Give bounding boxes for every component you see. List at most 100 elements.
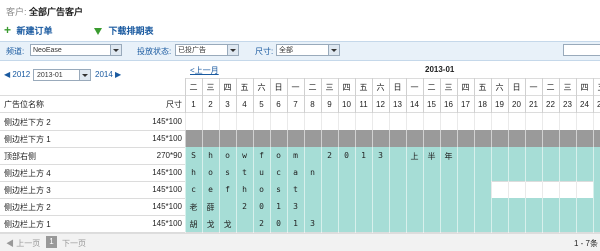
grid-line (508, 113, 509, 233)
search-input[interactable] (563, 44, 600, 56)
booking-char: 3 (293, 202, 298, 211)
prev-year-label: 2012 (12, 70, 31, 79)
booking-char: c (191, 185, 196, 194)
day-cell: 12 (376, 100, 385, 109)
download-label: 下载排期表 (108, 26, 154, 36)
grid-line (304, 113, 305, 233)
booking-char: m (293, 151, 298, 160)
booking-char: 3 (378, 151, 383, 160)
prev-month-link[interactable]: <上一月 (190, 65, 219, 76)
row-size: 145*100 (152, 168, 182, 177)
booking-char: t (293, 185, 298, 194)
channel-select[interactable]: NeoEase (30, 44, 122, 56)
new-order-button[interactable]: + 新建订单 (4, 24, 53, 37)
row-size: 145*100 (152, 219, 182, 228)
booking-char: w (242, 151, 247, 160)
booking-char: s (225, 168, 230, 177)
next-year-link[interactable]: 2014 ▶ (95, 70, 121, 79)
day-cell: 16 (444, 100, 453, 109)
grid-line (389, 113, 390, 233)
weekday-cell: 一 (529, 83, 538, 92)
weekday-cell: 五 (359, 83, 368, 92)
day-cell: 17 (461, 100, 470, 109)
booking-char: e (208, 185, 213, 194)
size-value: 全部 (279, 47, 293, 54)
download-icon (94, 28, 102, 35)
prev-year-link[interactable]: ◀ 2012 (4, 70, 30, 79)
channel-value: NeoEase (33, 47, 62, 54)
client-name[interactable]: 全部广告客户 (29, 7, 83, 17)
weekday-cell: 日 (393, 83, 402, 92)
weekday-cell: 五 (240, 83, 249, 92)
weekday-cell: 三 (325, 83, 334, 92)
download-schedule-button[interactable]: 下载排期表 (94, 24, 154, 37)
day-cell: 10 (342, 100, 351, 109)
grid-line (219, 113, 220, 233)
booking-band[interactable] (185, 215, 600, 232)
grid-line (559, 113, 560, 233)
grid-line (525, 113, 526, 233)
weekday-cell: 四 (580, 83, 589, 92)
booking-char: 2 (327, 151, 332, 160)
booking-char: o (225, 151, 230, 160)
grid-line (321, 113, 322, 233)
row-size: 145*100 (152, 117, 182, 126)
weekday-cell: 三 (563, 83, 572, 92)
booking-char: 年 (444, 152, 453, 161)
chevron-down-icon (79, 70, 90, 80)
grid-line (185, 113, 186, 233)
row-name[interactable]: 侧边栏下方 2 (4, 117, 51, 128)
booking-char: 2 (259, 219, 264, 228)
current-month: 2013-01 (425, 65, 455, 74)
weekday-cell: 二 (308, 83, 317, 92)
booking-char: h (191, 168, 196, 177)
divider (0, 112, 600, 113)
filter-bar: 频道: NeoEase 投放状态: 已投广告 尺寸: 全部 (0, 41, 600, 61)
booking-char: s (276, 185, 281, 194)
row-name[interactable]: 顶部右侧 (4, 151, 36, 162)
month-select[interactable]: 2013-01 (33, 69, 91, 81)
new-order-label: 新建订单 (16, 26, 53, 36)
booking-band[interactable] (185, 130, 600, 147)
month-select-value: 2013-01 (37, 72, 63, 79)
row-name[interactable]: 侧边栏上方 2 (4, 202, 51, 213)
booking-char: a (293, 168, 298, 177)
weekday-cell: 四 (223, 83, 232, 92)
weekday-cell: 二 (546, 83, 555, 92)
row-name[interactable]: 侧边栏上方 1 (4, 219, 51, 230)
row-size: 270*90 (156, 151, 182, 160)
size-label: 尺寸: (255, 47, 274, 56)
booking-char: h (242, 185, 247, 194)
page-number[interactable]: 1 (46, 236, 57, 248)
weekday-cell: 二 (189, 83, 198, 92)
booking-char: 3 (310, 219, 315, 228)
booking-band[interactable] (593, 181, 600, 198)
weekday-cell: 一 (410, 83, 419, 92)
booking-char: 半 (427, 152, 436, 161)
row-name[interactable]: 侧边栏下方 1 (4, 134, 51, 145)
column-header-name: 广告位名称 (4, 100, 44, 109)
grid-line (355, 113, 356, 233)
prev-page-button[interactable]: ◀ 上一页 (6, 238, 40, 249)
row-name[interactable]: 侧边栏上方 4 (4, 168, 51, 179)
booking-char: 1 (276, 202, 281, 211)
grid-line (236, 113, 237, 233)
weekday-cell: 五 (478, 83, 487, 92)
day-cell: 15 (427, 100, 436, 109)
next-year-label: 2014 (95, 70, 113, 79)
day-cell: 7 (293, 100, 298, 109)
prev-page-label: 上一页 (16, 239, 41, 248)
grid-line (576, 113, 577, 233)
booking-char: 薛 (206, 203, 215, 212)
grid-line (406, 113, 407, 233)
row-name[interactable]: 侧边栏上方 3 (4, 185, 51, 196)
day-cell: 18 (478, 100, 487, 109)
booking-char: 0 (276, 219, 281, 228)
status-select[interactable]: 已投广告 (175, 44, 239, 56)
next-page-button[interactable]: 下一页 (62, 238, 86, 249)
booking-char: u (259, 168, 264, 177)
booking-char: o (259, 185, 264, 194)
size-select[interactable]: 全部 (276, 44, 340, 56)
grid-line (593, 113, 594, 233)
grid-line (287, 113, 288, 233)
